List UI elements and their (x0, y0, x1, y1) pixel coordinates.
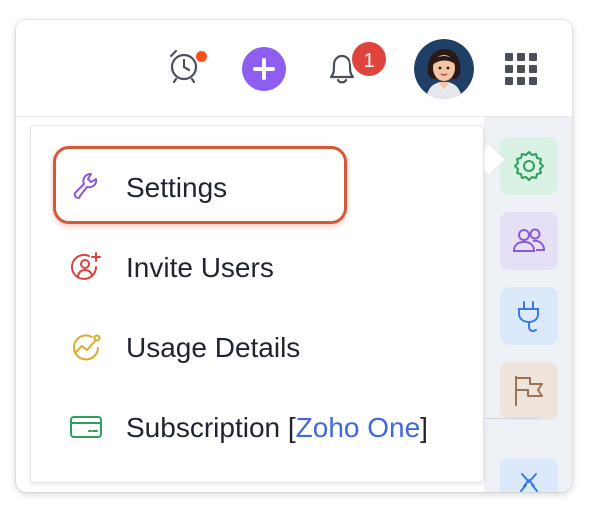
menu-item-subscription[interactable]: Subscription [Zoho One] (31, 390, 483, 460)
flag-rail-button[interactable] (500, 362, 558, 420)
gear-icon (514, 151, 544, 181)
wrench-icon (69, 170, 103, 204)
add-user-icon (69, 250, 103, 284)
menu-item-label: Settings (126, 172, 228, 203)
menu-item-label: Invite Users (126, 252, 274, 283)
apps-grid-icon[interactable] (504, 52, 538, 86)
card-icon (69, 410, 103, 444)
alert-dot (194, 49, 209, 64)
notification-count-badge: 1 (350, 40, 388, 78)
settings-rail-button[interactable] (500, 137, 558, 195)
puzzle-icon (520, 473, 538, 492)
menu-item-settings[interactable]: Settings (31, 150, 483, 220)
add-button[interactable] (242, 47, 286, 91)
menu-item-label: Usage Details (126, 332, 301, 363)
dropdown-menu: Settings Invite Users Usage Details Subs… (30, 125, 484, 483)
menu-item-usage-details[interactable]: Usage Details (31, 310, 483, 380)
puzzle-rail-button[interactable] (500, 458, 558, 492)
integrations-rail-button[interactable] (500, 287, 558, 345)
plug-icon (518, 301, 539, 332)
subscription-suffix: ] (420, 412, 428, 443)
plus-icon (253, 58, 275, 80)
top-bar: 1 (16, 20, 572, 117)
users-icon (512, 228, 546, 252)
users-rail-button[interactable] (500, 212, 558, 270)
alarm-clock-icon[interactable] (166, 48, 209, 84)
menu-item-invite-users[interactable]: Invite Users (31, 230, 483, 300)
flag-icon (515, 376, 543, 406)
subscription-label: Subscription [ (126, 412, 296, 443)
plan-name-link[interactable]: Zoho One (296, 412, 421, 443)
rail-divider (485, 418, 539, 419)
avatar[interactable] (414, 39, 474, 99)
usage-chart-icon (69, 330, 103, 364)
menu-item-label: Subscription [Zoho One] (126, 412, 428, 444)
